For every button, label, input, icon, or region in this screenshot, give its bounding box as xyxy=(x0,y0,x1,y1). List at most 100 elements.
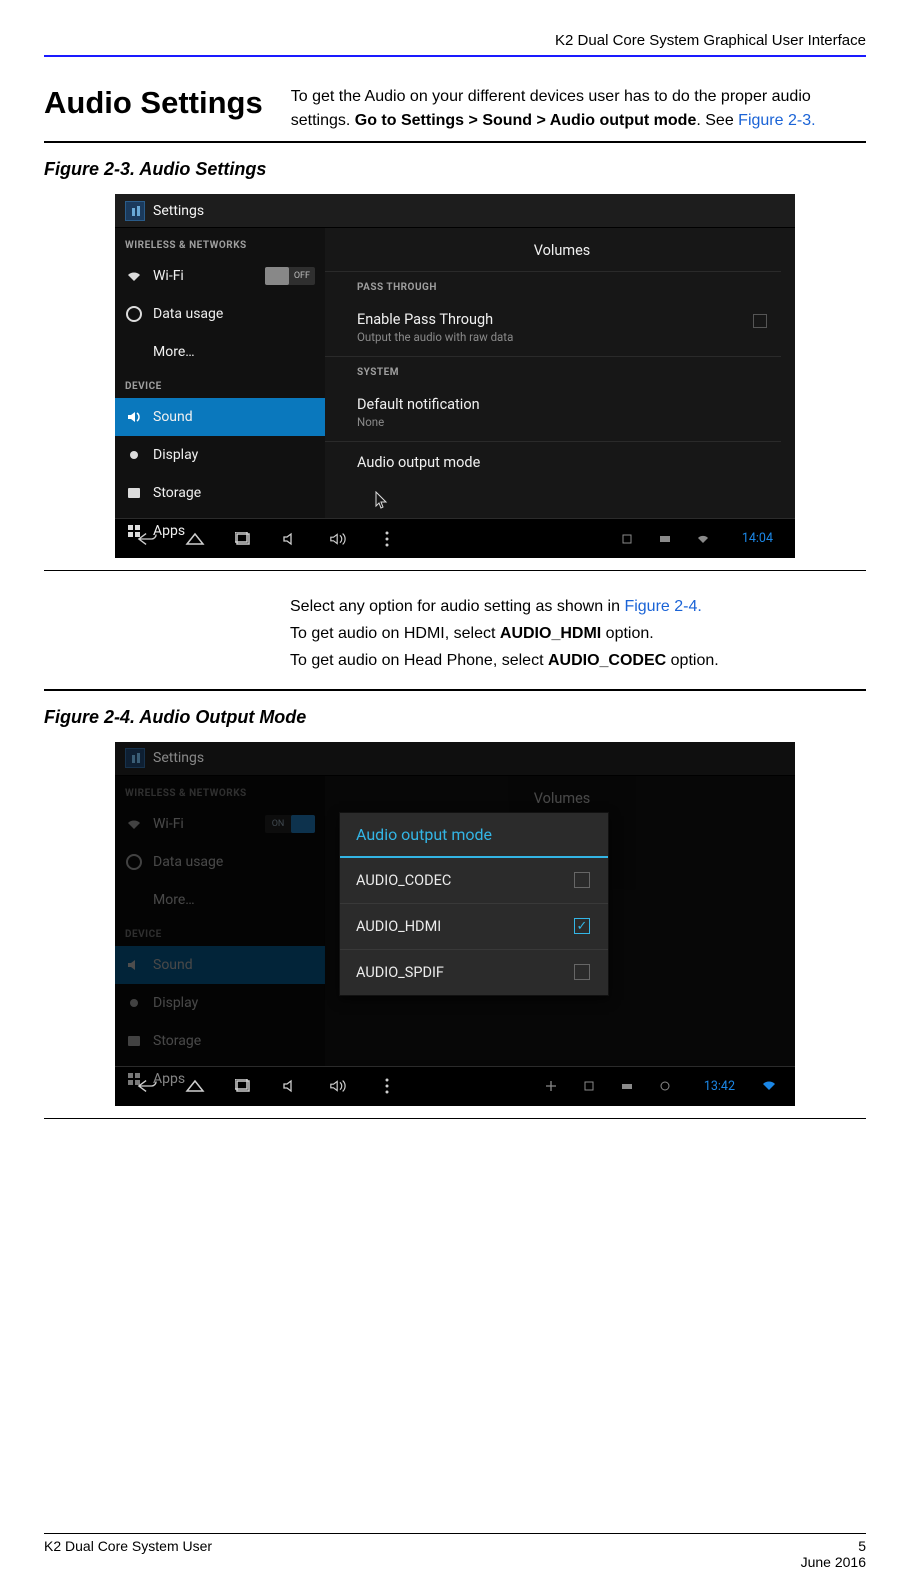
menu-icon-2[interactable] xyxy=(377,1076,397,1096)
footer-page-number: 5 xyxy=(858,1538,866,1554)
dialog-option-hdmi-label: AUDIO_HDMI xyxy=(356,918,441,935)
status-icon-b2 xyxy=(584,1081,594,1091)
display-icon xyxy=(125,446,143,464)
back-icon[interactable] xyxy=(137,529,157,549)
mid-body-text: Select any option for audio setting as s… xyxy=(290,593,846,675)
default-notification-sub: None xyxy=(357,415,767,429)
mid-l2a: To get audio on HDMI, select xyxy=(290,625,500,642)
sidebar-item-data-usage[interactable]: Data usage xyxy=(115,295,325,333)
section-rule-2 xyxy=(44,689,866,691)
vol-up-icon-2[interactable] xyxy=(329,1076,349,1096)
intro-text-b: . See xyxy=(696,112,738,129)
sidebar-item-wifi[interactable]: Wi-Fi OFF xyxy=(115,257,325,295)
settings-title: Settings xyxy=(153,203,204,219)
settings-titlebar-2: Settings xyxy=(115,742,795,776)
clock: 14:04 xyxy=(742,531,773,546)
pass-through-checkbox[interactable] xyxy=(753,314,767,328)
intro-link[interactable]: Figure 2-3. xyxy=(738,112,815,129)
enable-pass-through-label: Enable Pass Through xyxy=(357,311,767,328)
right-row-volumes[interactable]: Volumes xyxy=(325,230,781,272)
vol-up-icon[interactable] xyxy=(329,529,349,549)
data-usage-label: Data usage xyxy=(153,306,315,322)
home-icon[interactable] xyxy=(185,529,205,549)
right-row-audio-output-mode[interactable]: Audio output mode xyxy=(325,442,781,501)
wifi-toggle-label: OFF xyxy=(289,271,315,281)
right-row-default-notification[interactable]: Default notification None xyxy=(325,384,781,442)
status-icon-c xyxy=(698,534,708,544)
header-rule xyxy=(44,55,866,57)
more-label: More… xyxy=(153,344,315,360)
figure-2-3-screenshot: Settings WIRELESS & NETWORKS Wi-Fi OFF xyxy=(115,194,795,558)
figure-rule-1 xyxy=(44,570,866,571)
dialog-option-spdif[interactable]: AUDIO_SPDIF xyxy=(340,950,608,995)
page-header-title: K2 Dual Core System Graphical User Inter… xyxy=(44,32,866,49)
sound-icon xyxy=(125,408,143,426)
menu-icon[interactable] xyxy=(377,529,397,549)
section-rule xyxy=(44,141,866,143)
mid-l2b: option. xyxy=(601,625,653,642)
mid-l2-bold: AUDIO_HDMI xyxy=(500,625,601,642)
sidebar-item-display[interactable]: Display xyxy=(115,436,325,474)
mid-l3-bold: AUDIO_CODEC xyxy=(548,652,666,669)
storage-label: Storage xyxy=(153,485,315,501)
audio-output-mode-label: Audio output mode xyxy=(357,454,767,471)
settings-right-panel: Volumes PASS THROUGH Enable Pass Through… xyxy=(325,228,795,518)
wifi-label: Wi-Fi xyxy=(153,268,255,284)
settings-title-2: Settings xyxy=(153,750,204,766)
cursor-icon xyxy=(375,491,785,509)
status-icon-d2 xyxy=(660,1081,670,1091)
left-cat-wireless: WIRELESS & NETWORKS xyxy=(115,230,325,257)
clock-2: 13:42 xyxy=(704,1079,735,1094)
figure-2-4-screenshot: Settings WIRELESS & NETWORKS Wi-Fi ON xyxy=(115,742,795,1106)
enable-pass-through-sub: Output the audio with raw data xyxy=(357,330,767,344)
right-row-enable-pass-through[interactable]: Enable Pass Through Output the audio wit… xyxy=(325,299,781,357)
settings-icon xyxy=(125,201,145,221)
mid-l1a: Select any option for audio setting as s… xyxy=(290,598,624,615)
apps-icon-2 xyxy=(125,1070,143,1088)
figure-2-3-caption: Figure 2-3. Audio Settings xyxy=(44,159,866,180)
settings-icon-2 xyxy=(125,748,145,768)
recent-icon[interactable] xyxy=(233,529,253,549)
wifi-icon xyxy=(125,267,143,285)
blank-icon xyxy=(125,343,143,361)
sidebar-item-storage[interactable]: Storage xyxy=(115,474,325,512)
right-cat-system: SYSTEM xyxy=(325,357,781,384)
dialog-spdif-checkbox[interactable] xyxy=(574,964,590,980)
mid-l1-link[interactable]: Figure 2-4. xyxy=(624,598,701,615)
left-cat-device: DEVICE xyxy=(115,371,325,398)
status-icon-b xyxy=(660,534,670,544)
settings-left-panel: WIRELESS & NETWORKS Wi-Fi OFF Data usage xyxy=(115,228,325,518)
dialog-codec-checkbox[interactable] xyxy=(574,872,590,888)
mid-l3b: option. xyxy=(666,652,718,669)
dialog-option-spdif-label: AUDIO_SPDIF xyxy=(356,964,444,981)
intro-text-bold: Go to Settings > Sound > Audio output mo… xyxy=(355,112,697,129)
data-usage-icon xyxy=(125,305,143,323)
dialog-option-codec[interactable]: AUDIO_CODEC xyxy=(340,858,608,904)
storage-icon xyxy=(125,484,143,502)
sidebar-item-more[interactable]: More… xyxy=(115,333,325,371)
audio-output-mode-dialog: Audio output mode AUDIO_CODEC AUDIO_HDMI… xyxy=(339,812,609,996)
sound-label: Sound xyxy=(153,409,315,425)
figure-rule-2 xyxy=(44,1118,866,1119)
wifi-status-icon xyxy=(763,1081,773,1091)
status-icon-a2 xyxy=(546,1081,556,1091)
vol-down-icon[interactable] xyxy=(281,529,301,549)
status-icon-c2 xyxy=(622,1081,632,1091)
default-notification-label: Default notification xyxy=(357,396,767,413)
volumes-label: Volumes xyxy=(534,242,591,259)
figure-2-4-caption: Figure 2-4. Audio Output Mode xyxy=(44,707,866,728)
apps-label-2: Apps xyxy=(153,1071,315,1087)
mid-l3a: To get audio on Head Phone, select xyxy=(290,652,548,669)
display-label: Display xyxy=(153,447,315,463)
dialog-option-codec-label: AUDIO_CODEC xyxy=(356,872,451,889)
footer-date: June 2016 xyxy=(801,1554,866,1570)
settings-titlebar: Settings xyxy=(115,194,795,228)
dialog-title: Audio output mode xyxy=(340,813,608,858)
section-title: Audio Settings xyxy=(44,85,263,133)
sidebar-item-sound[interactable]: Sound xyxy=(115,398,325,436)
wifi-toggle[interactable]: OFF xyxy=(265,267,315,285)
dialog-hdmi-checkbox[interactable]: ✓ xyxy=(574,918,590,934)
dialog-option-hdmi[interactable]: AUDIO_HDMI ✓ xyxy=(340,904,608,950)
footer-left: K2 Dual Core System User xyxy=(44,1538,801,1570)
section-intro-text: To get the Audio on your different devic… xyxy=(291,85,866,133)
